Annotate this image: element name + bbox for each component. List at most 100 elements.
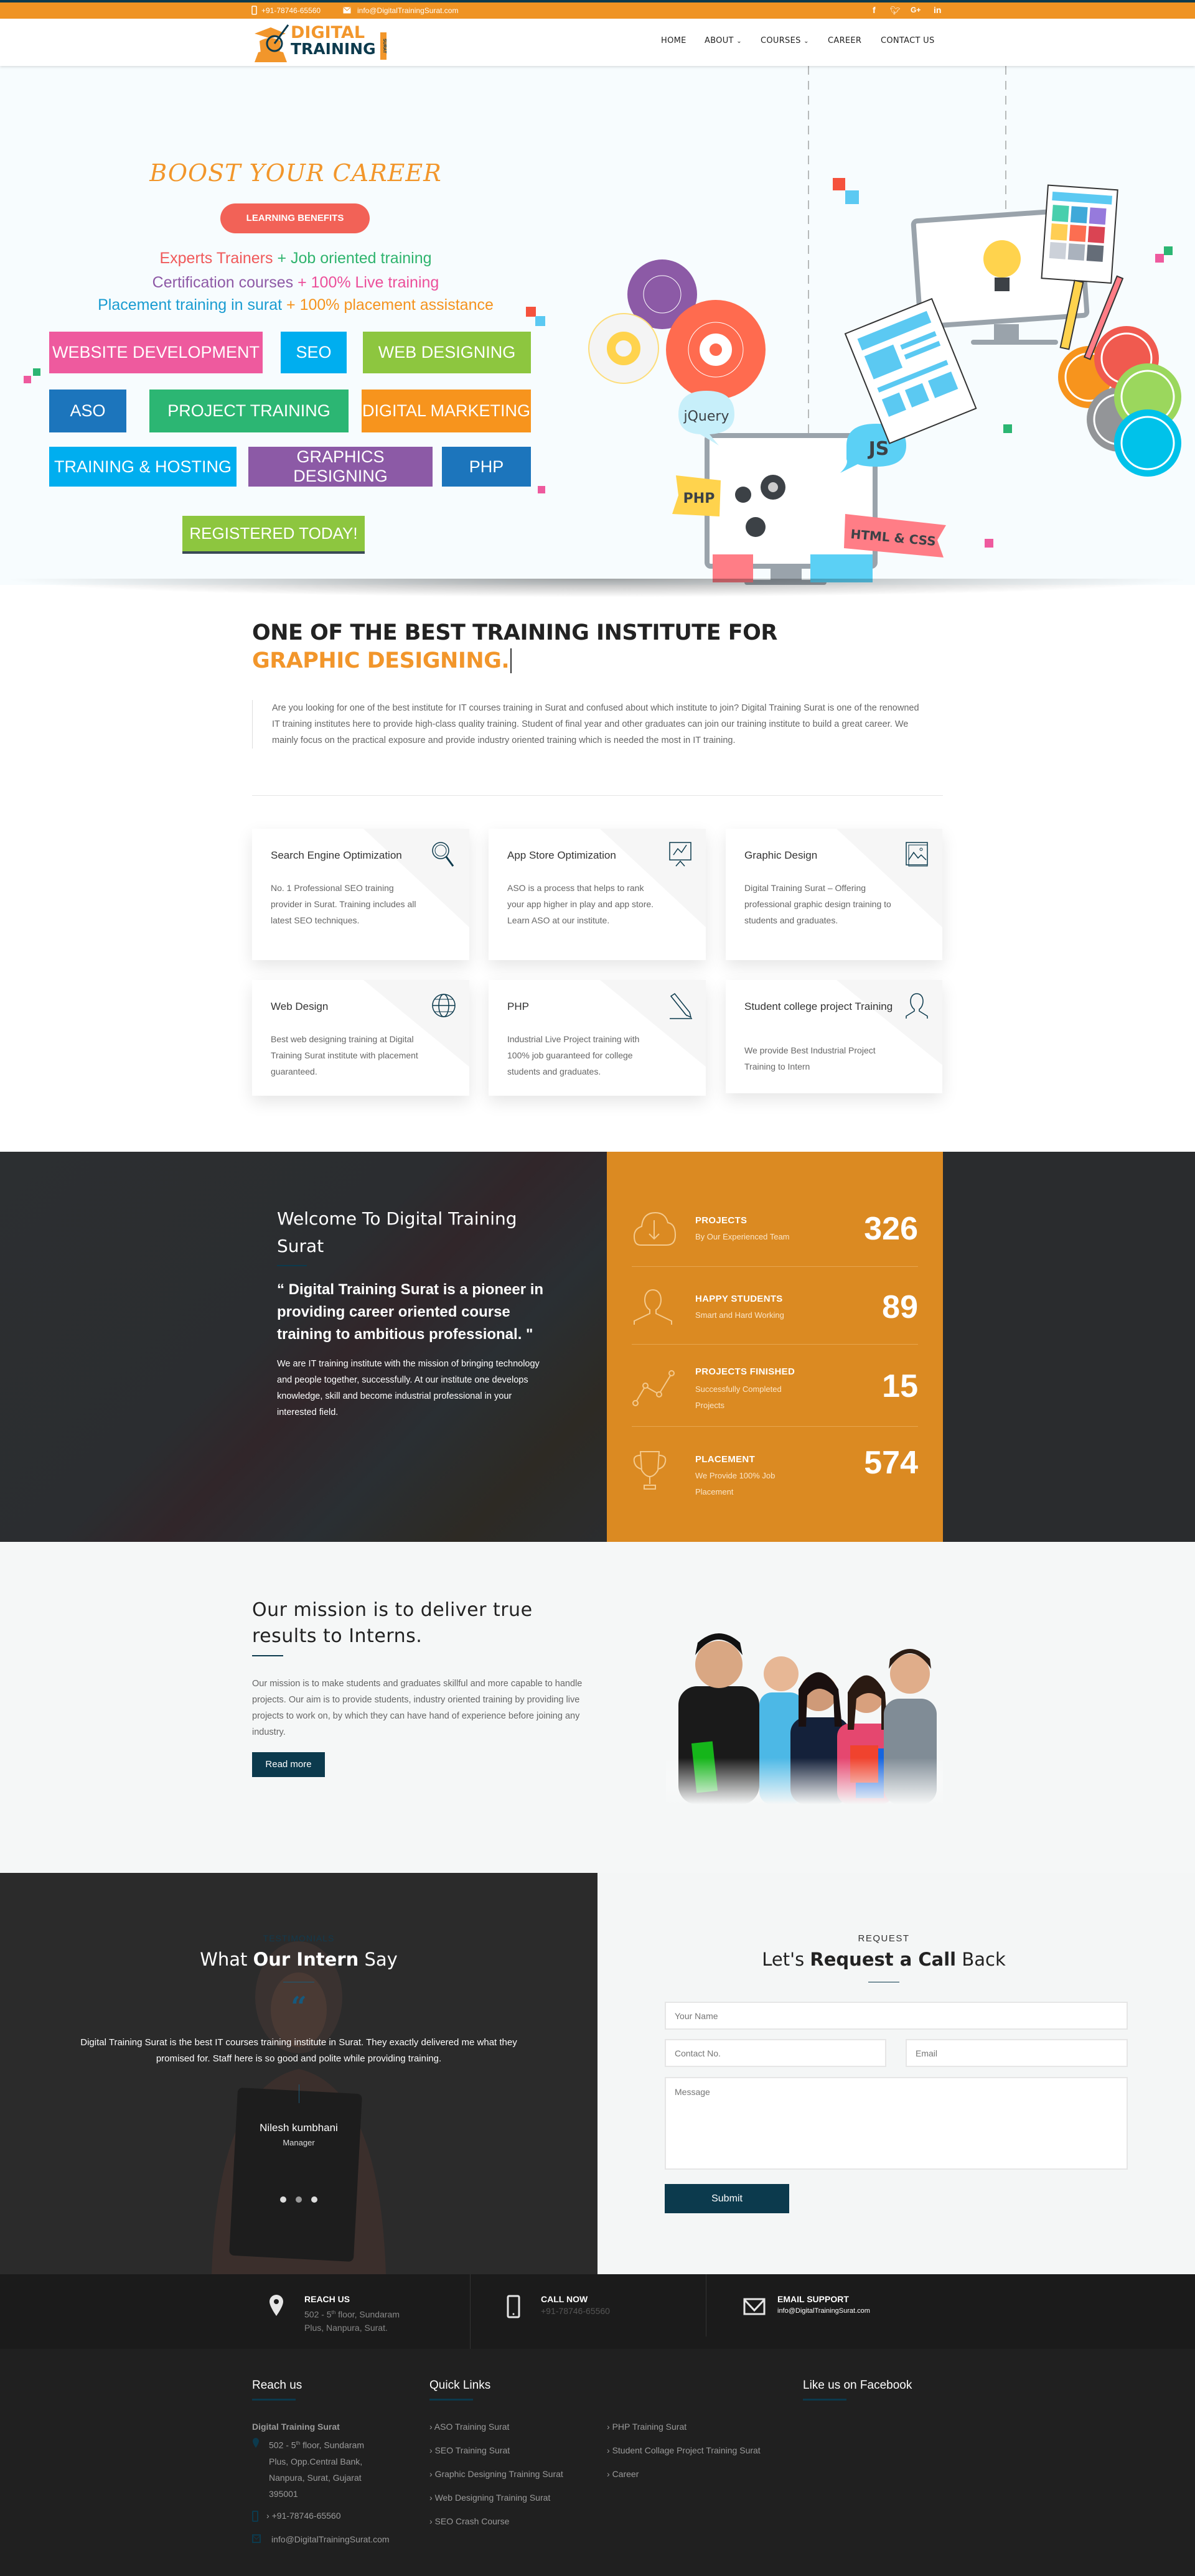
welcome-quote: “ Digital Training Surat is a pioneer in… — [277, 1281, 544, 1343]
carousel-dot[interactable] — [280, 2196, 286, 2203]
carousel-dot[interactable] — [311, 2196, 317, 2203]
course-tag[interactable]: PROJECT TRAINING — [149, 390, 349, 432]
benefit-text: + 100% Live training — [298, 274, 439, 291]
quick-link[interactable]: › Graphic Designing Training Surat — [429, 2466, 591, 2482]
logo[interactable]: DIGITAL TRAINING SURAT — [252, 22, 389, 62]
quick-link[interactable]: › Student Collage Project Training Surat — [607, 2442, 762, 2458]
welcome-title: Welcome To Digital Training Surat — [277, 1208, 517, 1256]
hero-illustration: jQuery JS PHP HTML & CSS — [588, 66, 1181, 585]
footer-phone-value: +91-78746-65560 — [271, 2511, 341, 2521]
read-more-button[interactable]: Read more — [252, 1752, 325, 1777]
picture-icon — [902, 840, 931, 869]
heading-underline — [803, 2399, 846, 2401]
service-card[interactable]: Search Engine Optimization No. 1 Professi… — [252, 829, 469, 960]
mission-paragraph: Our mission is to make students and grad… — [252, 1679, 583, 1737]
footer-address: 502 - 5th floor, Sundaram Plus, Opp.Cent… — [269, 2435, 375, 2502]
stat-subtitle: We Provide 100% Job Placement — [695, 1471, 776, 1496]
course-tag[interactable]: TRAINING & HOSTING — [49, 447, 237, 487]
callback-title: Let's Request a Call Back — [598, 1949, 1170, 1970]
chevron-right-icon: › — [429, 2516, 435, 2526]
service-card[interactable]: Student college project Training We provi… — [726, 980, 942, 1093]
hero-title: BOOST YOUR CAREER — [149, 159, 442, 187]
course-tag[interactable]: WEB DESIGNING — [363, 332, 531, 373]
contact-number-input[interactable] — [665, 2039, 886, 2067]
submit-button[interactable]: Submit — [665, 2184, 789, 2213]
course-tag[interactable]: SEO — [281, 332, 347, 373]
quick-link[interactable]: › SEO Crash Course — [429, 2513, 591, 2529]
email-input[interactable] — [906, 2039, 1128, 2067]
hero-banner: BOOST YOUR CAREER LEARNING BENEFITS Expe… — [0, 66, 1195, 585]
title-part-bold: Our Intern — [253, 1949, 359, 1970]
chevron-right-icon: › — [429, 2445, 435, 2455]
facebook-icon[interactable]: f — [873, 5, 876, 15]
header: DIGITAL TRAINING SURAT HOME ABOUT ⌄ COUR… — [0, 19, 1195, 66]
quick-link[interactable]: › Web Designing Training Surat — [429, 2490, 591, 2506]
message-textarea[interactable] — [665, 2077, 1128, 2170]
user-icon — [632, 1287, 677, 1328]
nav-career[interactable]: CAREER — [828, 36, 861, 45]
your-name-input[interactable] — [665, 2002, 1128, 2030]
nav-about[interactable]: ABOUT ⌄ — [705, 36, 742, 45]
callback-form-section: REQUEST Let's Request a Call Back Submit — [598, 1873, 1195, 2274]
course-tag[interactable]: PHP — [442, 447, 531, 487]
call-now-phone[interactable]: +91-78746-65560 — [541, 2306, 610, 2316]
magnifier-icon — [429, 840, 458, 869]
google-plus-icon[interactable]: G+ — [911, 6, 921, 14]
nav-home[interactable]: HOME — [661, 36, 687, 45]
quick-link-label: Web Designing Training Surat — [434, 2493, 551, 2503]
mobile-icon — [251, 6, 257, 15]
service-card[interactable]: Graphic Design Digital Training Surat – O… — [726, 829, 942, 960]
logo-line1: DIGITAL — [291, 23, 365, 42]
service-title: Web Design — [271, 1001, 329, 1012]
course-tag[interactable]: GRAPHICS DESIGNING — [248, 447, 433, 487]
topbar-email[interactable]: info@DigitalTrainingSurat.com — [357, 6, 458, 15]
nav-contact-us[interactable]: CONTACT US — [881, 36, 935, 45]
service-card[interactable]: App Store Optimization ASO is a process t… — [489, 829, 706, 960]
footer-reach-title: Reach us — [252, 2379, 302, 2392]
footer-email[interactable]: info@DigitalTrainingSurat.com — [271, 2531, 390, 2547]
learning-benefits-button[interactable]: LEARNING BENEFITS — [220, 203, 370, 233]
nav-courses[interactable]: COURSES ⌄ — [761, 36, 809, 45]
course-tag[interactable]: DIGITAL MARKETING — [362, 390, 531, 432]
quick-link-label: ASO Training Surat — [434, 2422, 510, 2432]
course-tag[interactable]: WEBSITE DEVELOPMENT — [49, 332, 263, 373]
envelope-icon — [252, 2534, 261, 2543]
course-tag[interactable]: ASO — [49, 390, 126, 432]
stat-title: PROJECTS — [695, 1215, 747, 1226]
chevron-right-icon: › — [429, 2469, 435, 2479]
quick-link[interactable]: › PHP Training Surat — [607, 2419, 762, 2435]
benefit-text: Experts Trainers — [159, 250, 273, 267]
email-support-address[interactable]: info@DigitalTrainingSurat.com — [777, 2307, 870, 2315]
quick-link-label: Student Collage Project Training Surat — [612, 2445, 761, 2455]
quick-link[interactable]: › Career — [607, 2466, 762, 2482]
linkedin-icon[interactable]: in — [934, 5, 941, 15]
benefit-line: Certification courses + 100% Live traini… — [37, 274, 554, 292]
carousel-dots — [280, 2196, 317, 2204]
stat-divider — [632, 1426, 918, 1427]
stat-subtitle: By Our Experienced Team — [695, 1232, 790, 1241]
students-photo — [666, 1618, 943, 1804]
service-card[interactable]: Web Design Best web designing training at… — [252, 980, 469, 1096]
stat-value: 574 — [864, 1445, 918, 1481]
call-now-title: CALL NOW — [541, 2294, 588, 2304]
logo-side: SURAT — [380, 32, 387, 60]
register-today-button[interactable]: REGISTERED TODAY! — [182, 516, 365, 554]
topbar-phone[interactable]: +91-78746-65560 — [261, 6, 321, 15]
chevron-right-icon: › — [429, 2493, 435, 2503]
quick-links-col2: › PHP Training Surat › Student Collage Pr… — [607, 2419, 762, 2490]
map-pin-icon — [253, 2438, 259, 2448]
quick-link[interactable]: › SEO Training Surat — [429, 2442, 591, 2458]
service-title: Search Engine Optimization — [271, 849, 402, 861]
carousel-dot-active[interactable] — [296, 2196, 302, 2203]
twitter-icon[interactable]: 🐦︎ — [890, 6, 901, 16]
service-card[interactable]: PHP Industrial Live Project training with… — [489, 980, 706, 1096]
footer-phone[interactable]: › +91-78746-65560 — [266, 2508, 341, 2524]
stat-value: 15 — [882, 1368, 918, 1404]
service-description: We provide Best Industrial Project Train… — [744, 1045, 876, 1071]
decor-square — [526, 307, 536, 317]
stat-title: PROJECTS FINISHED — [695, 1366, 795, 1377]
logo-graduate-target-icon — [255, 24, 289, 62]
presentation-chart-icon — [666, 840, 695, 869]
quick-link[interactable]: › ASO Training Surat — [429, 2419, 591, 2435]
service-description: No. 1 Professional SEO training provider… — [271, 883, 416, 925]
